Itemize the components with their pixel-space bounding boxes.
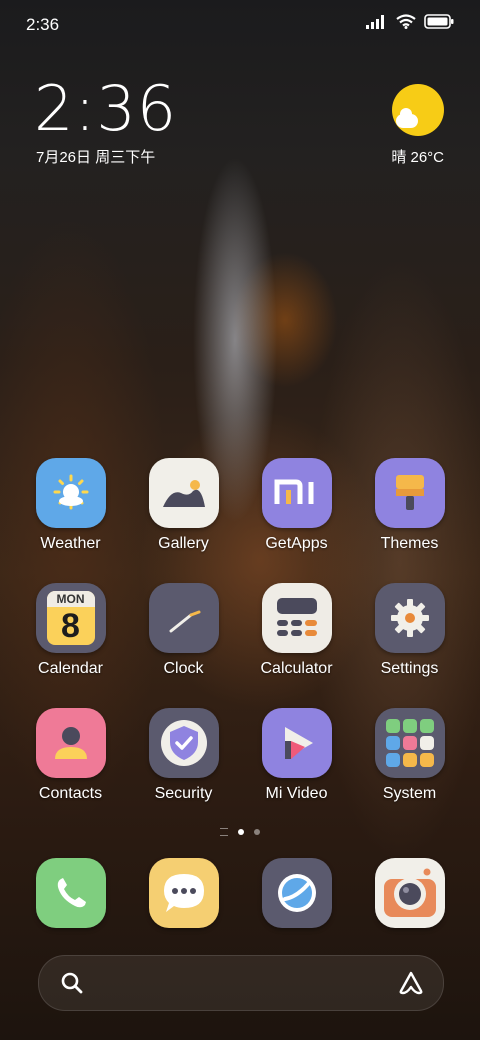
dock-camera[interactable] [353,858,466,928]
sun-icon [392,84,444,136]
app-label: Mi Video [265,785,328,802]
calculator-icon [261,583,332,653]
battery-icon [424,14,454,29]
clock-icon [148,583,219,653]
app-label: Gallery [158,535,209,552]
app-label: Calendar [38,660,103,677]
status-bar: 2:36 [0,0,480,48]
calendar-day: 8 [61,607,80,645]
app-label: Settings [380,660,439,677]
app-mi-video[interactable]: Mi Video [240,708,353,833]
getapps-icon [261,458,332,528]
dock-phone[interactable] [14,858,127,928]
app-getapps[interactable]: GetApps [240,458,353,583]
gallery-icon [148,458,219,528]
search-icon [61,972,83,994]
messages-icon [148,858,219,928]
system-folder-icon [374,708,445,778]
dock-browser[interactable] [240,858,353,928]
app-calendar[interactable]: MON 8 Calendar [14,583,127,708]
page-indicator[interactable] [0,828,480,836]
app-gallery[interactable]: Gallery [127,458,240,583]
phone-icon [35,858,106,928]
weather-icon [35,458,106,528]
app-system-folder[interactable]: System [353,708,466,833]
status-icons [366,14,454,29]
page-dot-active [238,829,244,835]
app-label: Contacts [38,785,103,802]
cloud-icon [396,108,418,128]
app-security[interactable]: Security [127,708,240,833]
app-contacts[interactable]: Contacts [14,708,127,833]
settings-icon [374,583,445,653]
mivideo-icon [261,708,332,778]
app-label: Weather [40,535,101,552]
app-label: System [382,785,437,802]
dock-messages[interactable] [127,858,240,928]
security-icon [148,708,219,778]
app-label: GetApps [265,535,328,552]
clock-widget-time[interactable]: 2:36 [34,78,177,140]
search-bar[interactable] [38,955,444,1011]
themes-icon [374,458,445,528]
dock [14,858,466,928]
page-indicator-feed [220,828,228,836]
app-label: Themes [380,535,439,552]
signal-icon [366,14,384,29]
app-grid: Weather Gallery GetApps Themes MON 8 Cal… [14,458,466,833]
browser-icon [261,858,332,928]
app-settings[interactable]: Settings [353,583,466,708]
clock-widget-date: 7月26日 周三下午 [36,149,156,166]
calendar-weekday: MON [46,591,95,607]
app-label: Clock [163,660,204,677]
weather-widget[interactable]: 晴 26°C [384,84,444,168]
app-label: Security [154,785,213,802]
app-label: Calculator [260,660,333,677]
wifi-icon [396,14,416,29]
camera-icon [374,858,445,928]
calendar-icon: MON 8 [35,583,106,653]
app-clock[interactable]: Clock [127,583,240,708]
app-themes[interactable]: Themes [353,458,466,583]
status-time: 2:36 [26,15,60,34]
page-dot [254,829,260,835]
contacts-icon [35,708,106,778]
app-calculator[interactable]: Calculator [240,583,353,708]
assistant-icon[interactable] [397,970,425,996]
weather-temp: 晴 26°C [391,149,444,166]
app-weather[interactable]: Weather [14,458,127,583]
